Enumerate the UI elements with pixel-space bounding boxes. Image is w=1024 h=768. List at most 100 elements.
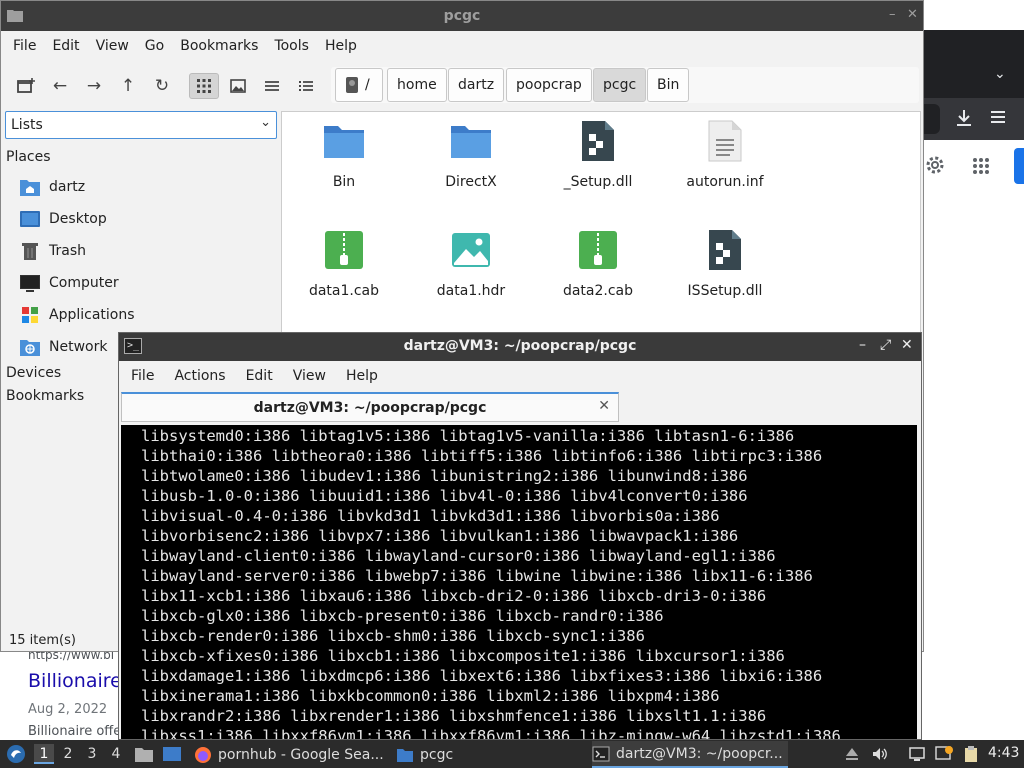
terminal-line: libxcb-render0:i386 libxcb-shm0:i386 lib… <box>141 627 645 645</box>
file-item-issetup-dll[interactable]: ISSetup.dll <box>665 229 785 299</box>
download-icon[interactable] <box>955 108 973 128</box>
arrow-left-icon: ← <box>52 76 68 96</box>
terminal-line: libxcb-glx0:i386 libxcb-present0:i386 li… <box>141 607 664 625</box>
minimize-icon[interactable]: – <box>859 337 866 353</box>
file-name: DirectX <box>445 174 497 190</box>
terminal-menu-actions[interactable]: Actions <box>164 368 235 384</box>
file-item-bin[interactable]: Bin <box>284 120 404 190</box>
sidebar-item-trash[interactable]: Trash <box>19 239 86 263</box>
terminal-line: libxrandr2:i386 libxrender1:i386 libxshm… <box>141 707 767 725</box>
eject-icon[interactable] <box>843 745 861 763</box>
terminal-tab-label: dartz@VM3: ~/poopcrap/pcgc <box>253 400 487 416</box>
notification-warning-icon[interactable] <box>935 745 953 763</box>
workspace-3-button[interactable]: 3 <box>82 744 102 764</box>
terminal-line: libvorbisenc2:i386 libvpx7:i386 libvulka… <box>141 527 739 545</box>
hamburger-menu-icon[interactable] <box>990 110 1006 124</box>
breadcrumb-bin[interactable]: Bin <box>647 68 690 102</box>
up-button[interactable]: ↑ <box>113 73 143 99</box>
clock[interactable]: 4:43 <box>988 745 1019 761</box>
close-tab-icon[interactable]: ✕ <box>598 398 610 414</box>
file-item-directx[interactable]: DirectX <box>411 120 531 190</box>
workspace-4-button[interactable]: 4 <box>106 744 126 764</box>
workspace-2-button[interactable]: 2 <box>58 744 78 764</box>
apps-grid-icon[interactable] <box>972 157 990 175</box>
file-item-data1-cab[interactable]: data1.cab <box>284 229 404 299</box>
new-tab-icon <box>17 78 35 93</box>
side-pane-mode-select[interactable]: Lists ⌄ <box>5 111 277 139</box>
clipboard-icon[interactable] <box>962 745 980 763</box>
menu-edit[interactable]: Edit <box>44 38 87 54</box>
terminal-line: libtwolame0:i386 libudev1:i386 libunistr… <box>141 467 748 485</box>
folder-icon <box>397 748 413 762</box>
taskbar-item-terminal[interactable]: dartz@VM3: ~/poopcr... <box>592 741 788 768</box>
terminal-line: libx11-xcb1:i386 libxau6:i386 libxcb-dri… <box>141 587 767 605</box>
file-item-setup-dll[interactable]: _Setup.dll <box>538 120 658 190</box>
terminal-menu-edit[interactable]: Edit <box>236 368 283 384</box>
sidebar-item-applications[interactable]: Applications <box>19 303 135 327</box>
sidebar-item-network[interactable]: Network <box>19 335 107 359</box>
network-status-icon[interactable] <box>908 745 926 763</box>
path-root-button[interactable]: / <box>335 68 383 102</box>
bookmarks-heading[interactable]: Bookmarks <box>6 388 84 404</box>
taskbar-item-browser[interactable]: pornhub - Google Sea... <box>194 741 390 768</box>
terminal-line: libvisual-0.4-0:i386 libvkd3d1 libvkd3d1… <box>141 507 720 525</box>
archive-icon <box>579 231 617 269</box>
search-result-title[interactable]: Billionaire <box>28 670 122 692</box>
forward-button[interactable]: → <box>79 73 109 99</box>
file-item-autorun-inf[interactable]: autorun.inf <box>665 120 785 190</box>
icon-grid-icon <box>197 79 211 93</box>
workspace-1-button[interactable]: 1 <box>34 744 54 764</box>
file-item-data2-cab[interactable]: data2.cab <box>538 229 658 299</box>
sidebar-item-desktop[interactable]: Desktop <box>19 207 107 231</box>
terminal-output[interactable]: libsystemd0:i386 libtag1v5:i386 libtag1v… <box>121 425 917 739</box>
back-button[interactable]: ← <box>45 73 75 99</box>
terminal-titlebar[interactable]: >_ dartz@VM3: ~/poopcrap/pcgc – ⤢ ✕ <box>119 333 921 361</box>
chevron-down-icon[interactable]: ⌄ <box>994 66 1006 82</box>
show-desktop-icon[interactable] <box>162 744 182 764</box>
menu-help[interactable]: Help <box>317 38 365 54</box>
sign-in-button[interactable] <box>1014 148 1024 184</box>
terminal-line: libxss1:i386 libxxf86vm1:i386 libxxf86vm… <box>141 727 841 739</box>
sidebar-item-computer[interactable]: Computer <box>19 271 119 295</box>
breadcrumb-dartz[interactable]: dartz <box>448 68 505 102</box>
terminal-menubar: File Actions Edit View Help <box>119 361 921 391</box>
sidebar-item-dartz[interactable]: dartz <box>19 175 85 199</box>
menu-bookmarks[interactable]: Bookmarks <box>172 38 266 54</box>
close-icon[interactable]: ✕ <box>907 7 918 22</box>
taskbar-item-file-manager[interactable]: pcgc <box>396 741 582 768</box>
icon-view-button[interactable] <box>189 73 219 99</box>
new-tab-button[interactable] <box>11 73 41 99</box>
gear-icon[interactable] <box>924 154 946 176</box>
terminal-menu-help[interactable]: Help <box>336 368 388 384</box>
breadcrumb-home[interactable]: home <box>387 68 447 102</box>
dll-file-icon <box>709 230 741 270</box>
menu-tools[interactable]: Tools <box>266 38 317 54</box>
maximize-icon[interactable]: ⤢ <box>880 337 891 353</box>
arrow-right-icon: → <box>86 76 102 96</box>
breadcrumb-poopcrap[interactable]: poopcrap <box>506 68 592 102</box>
close-icon[interactable]: ✕ <box>901 337 913 353</box>
breadcrumb-pcgc[interactable]: pcgc <box>593 68 647 102</box>
terminal-menu-file[interactable]: File <box>121 368 164 384</box>
volume-icon[interactable] <box>871 745 889 763</box>
file-manager-launcher-icon[interactable] <box>134 744 154 764</box>
file-manager-titlebar[interactable]: pcgc – ✕ <box>1 1 923 31</box>
terminal-window-title: dartz@VM3: ~/poopcrap/pcgc <box>403 338 637 354</box>
menu-go[interactable]: Go <box>137 38 172 54</box>
start-menu-icon[interactable] <box>6 744 26 764</box>
reload-button[interactable]: ↻ <box>147 73 177 99</box>
minimize-icon[interactable]: – <box>889 7 896 22</box>
detailed-list-view-button[interactable] <box>291 73 321 99</box>
folder-icon <box>324 126 364 158</box>
menu-view[interactable]: View <box>88 38 137 54</box>
file-item-data1-hdr[interactable]: data1.hdr <box>411 229 531 299</box>
devices-heading[interactable]: Devices <box>6 365 61 381</box>
menu-file[interactable]: File <box>5 38 44 54</box>
thumbnail-view-button[interactable] <box>223 73 253 99</box>
file-name: data1.cab <box>308 283 380 299</box>
compact-view-button[interactable] <box>257 73 287 99</box>
search-result-date: Aug 2, 2022 <box>28 702 108 717</box>
terminal-menu-view[interactable]: View <box>283 368 336 384</box>
terminal-tab[interactable]: dartz@VM3: ~/poopcrap/pcgc ✕ <box>121 392 619 422</box>
browser-tabstrip <box>920 30 1024 98</box>
